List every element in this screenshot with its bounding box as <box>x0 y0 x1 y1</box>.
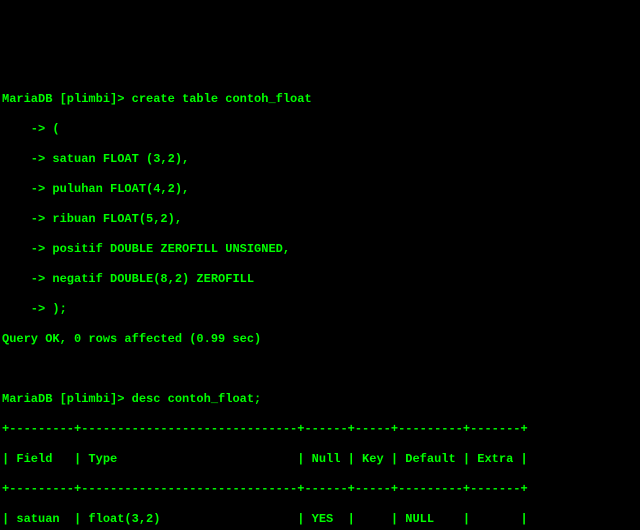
table-border: +---------+-----------------------------… <box>2 422 528 436</box>
sql-desc-line: MariaDB [plimbi]> desc contoh_float; <box>2 392 261 406</box>
sql-create-line: MariaDB [plimbi]> create table contoh_fl… <box>2 92 312 106</box>
sql-create-line: -> ( <box>2 122 60 136</box>
table-row: | satuan | float(3,2) | YES | | NULL | | <box>2 512 528 526</box>
table-header-row: | Field | Type | Null | Key | Default | … <box>2 452 528 466</box>
sql-create-line: -> positif DOUBLE ZEROFILL UNSIGNED, <box>2 242 290 256</box>
terminal-window[interactable]: MariaDB [plimbi]> create table contoh_fl… <box>0 75 640 530</box>
sql-create-line: -> ); <box>2 302 67 316</box>
sql-create-line: -> ribuan FLOAT(5,2), <box>2 212 182 226</box>
query-status: Query OK, 0 rows affected (0.99 sec) <box>2 332 261 346</box>
sql-create-line: -> satuan FLOAT (3,2), <box>2 152 189 166</box>
sql-create-line: -> puluhan FLOAT(4,2), <box>2 182 189 196</box>
sql-create-line: -> negatif DOUBLE(8,2) ZEROFILL <box>2 272 254 286</box>
table-border: +---------+-----------------------------… <box>2 482 528 496</box>
